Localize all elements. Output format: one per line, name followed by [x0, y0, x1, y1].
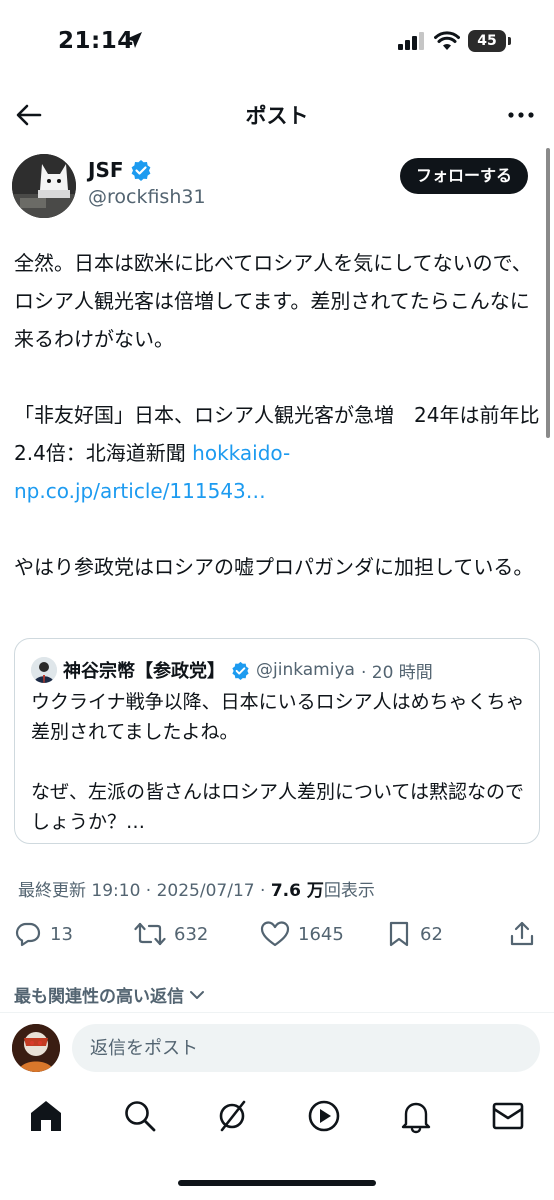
repost-button[interactable]: 632 — [134, 920, 208, 948]
divider — [0, 1012, 554, 1013]
status-time: 21:14 — [58, 28, 134, 54]
quoted-post[interactable]: 神谷宗幣【参政党】 @jinkamiya · 20 時間 ウクライナ戦争以降、日… — [14, 638, 540, 844]
quote-author-handle: @jinkamiya — [256, 660, 355, 680]
chevron-down-icon — [190, 990, 204, 999]
quote-text: ウクライナ戦争以降、日本にいるロシア人はめちゃくちゃ差別されてましたよね。 なぜ… — [31, 687, 527, 837]
quote-time: · 20 時間 — [360, 662, 433, 683]
reply-input[interactable] — [72, 1024, 540, 1072]
bookmark-count: 62 — [420, 923, 443, 945]
post-paragraph-3: やはり参政党はロシアの嘘プロパガンダに加担している。 — [14, 555, 534, 579]
post-paragraph-1: 全然。日本は欧米に比べてロシア人を気にしてないので、ロシア人観光客は倍増してます… — [14, 251, 532, 351]
view-label: 回表示 — [323, 881, 375, 901]
quote-paragraph-1: ウクライナ戦争以降、日本にいるロシア人はめちゃくちゃ差別されてましたよね。 — [31, 691, 525, 743]
bookmark-icon — [389, 921, 409, 947]
wifi-icon — [434, 31, 460, 50]
author-name[interactable]: JSF — [88, 158, 124, 182]
repost-icon — [134, 922, 166, 946]
scrollbar[interactable] — [546, 148, 550, 438]
grok-icon[interactable] — [214, 1098, 250, 1134]
repost-count: 632 — [174, 923, 209, 945]
reply-sort-toggle[interactable]: 最も関連性の高い返信 — [14, 982, 206, 1007]
quote-paragraph-2: なぜ、左派の皆さんはロシア人差別については黙認なのでしょうか？… — [31, 781, 525, 833]
quote-author-name: 神谷宗幣【参政党】 — [63, 661, 225, 682]
avatar[interactable] — [12, 154, 76, 218]
battery-indicator: 45 — [468, 30, 511, 52]
home-icon[interactable] — [28, 1098, 64, 1134]
post-meta: 最終更新 19:10 · 2025/07/17 · 7.6 万回表示 — [18, 876, 375, 901]
quote-avatar — [31, 657, 57, 683]
follow-button[interactable]: フォローする — [399, 158, 528, 194]
author-handle[interactable]: @rockfish31 — [88, 186, 206, 208]
post-paragraph-2: 「非友好国」日本、ロシア人観光客が急増 24年は前年比2.4倍：北海道新聞 ho… — [14, 396, 540, 510]
reply-icon — [15, 922, 41, 947]
home-indicator — [178, 1180, 376, 1186]
signal-icon — [398, 32, 424, 50]
share-button[interactable] — [508, 920, 536, 948]
current-user-avatar-image — [12, 1024, 60, 1072]
avatar-image — [12, 154, 76, 218]
status-bar: 21:14 45 — [0, 0, 554, 84]
location-icon — [126, 32, 142, 48]
quote-avatar-image — [31, 657, 57, 683]
header: ポスト — [0, 88, 554, 140]
like-count: 1645 — [298, 923, 344, 945]
mail-icon[interactable] — [490, 1098, 526, 1134]
share-icon — [510, 921, 534, 946]
verified-icon — [232, 661, 249, 680]
page-title: ポスト — [245, 104, 309, 128]
like-button[interactable]: 1645 — [260, 920, 344, 948]
like-icon — [260, 921, 290, 947]
updated-timestamp: 最終更新 19:10 · 2025/07/17 · — [18, 881, 271, 901]
view-count: 7.6 万 — [270, 881, 324, 901]
more-icon[interactable] — [506, 100, 536, 130]
reply-bar — [0, 1022, 554, 1078]
post-author: JSF @rockfish31 フォローする — [12, 152, 542, 222]
reply-count: 13 — [50, 923, 73, 945]
bookmark-button[interactable]: 62 — [386, 920, 443, 948]
bottom-nav — [0, 1088, 554, 1148]
video-icon[interactable] — [306, 1098, 342, 1134]
post-actions: 13 632 1645 62 — [0, 920, 554, 960]
post-text: 全然。日本は欧米に比べてロシア人を気にしてないので、ロシア人観光客は倍増してます… — [14, 244, 540, 624]
current-user-avatar[interactable] — [12, 1024, 60, 1072]
bell-icon[interactable] — [398, 1098, 434, 1134]
verified-icon — [131, 160, 150, 181]
search-icon[interactable] — [122, 1098, 158, 1134]
reply-sort-label: 最も関連性の高い返信 — [14, 987, 184, 1007]
reply-button[interactable]: 13 — [14, 920, 73, 948]
